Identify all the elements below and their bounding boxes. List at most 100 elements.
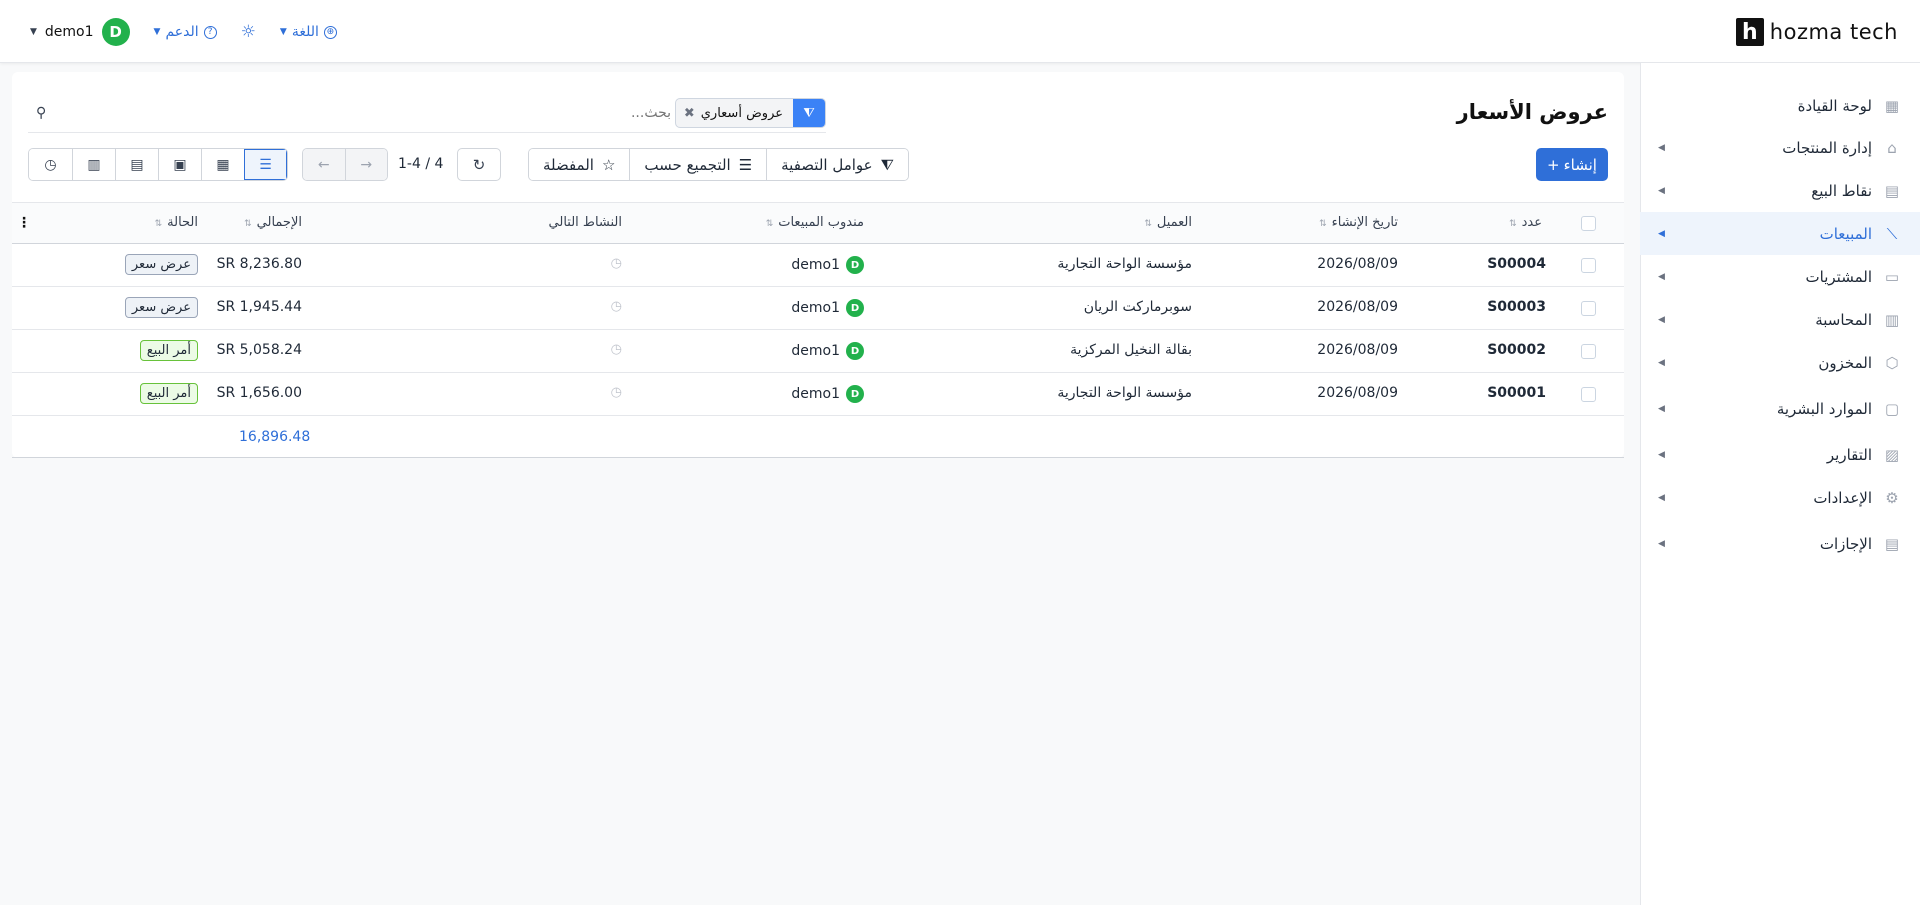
group-by-button[interactable]: ☰ التجميع حسب	[629, 149, 767, 180]
chevron-left-icon: ◀	[1658, 185, 1665, 196]
top-actions: ▼ demo1 D ▼ الدعم ? ☼ ▼ اللغة ⊕	[30, 15, 337, 49]
row-checkbox[interactable]	[1581, 301, 1596, 316]
sidebar-item-label: الإجازات	[1819, 534, 1872, 553]
cell-number: S00003	[1487, 299, 1546, 315]
salesperson-name: demo1	[791, 257, 840, 273]
sidebar-item-8[interactable]: ▨ التقارير ◀	[1640, 433, 1920, 476]
report-icon: ▨	[1884, 445, 1900, 464]
col-total[interactable]: الإجمالي⇅	[244, 215, 302, 230]
brand-logo[interactable]: h hozma tech	[1735, 17, 1898, 47]
sidebar-item-6[interactable]: ⬡ المخزون ◀	[1640, 341, 1920, 384]
table-row[interactable]: S00001 2026/08/09 مؤسسة الواحة التجارية Dde…	[12, 373, 1624, 416]
search-options-group: ⧩ عوامل التصفية ☰ التجميع حسب ☆ المفضلة	[527, 148, 909, 181]
cell-salesperson: Ddemo1	[791, 385, 864, 403]
cell-number: S00002	[1487, 342, 1546, 358]
refresh-button[interactable]: ↻	[457, 148, 501, 181]
graph-view-button[interactable]: ▥	[72, 149, 115, 180]
clock-icon: ◷	[44, 156, 57, 173]
next-page-button[interactable]: →	[344, 149, 387, 180]
previous-page-button[interactable]: ←	[303, 149, 345, 180]
sidebar-item-1[interactable]: ⌂ إدارة المنتجات ◀	[1640, 126, 1920, 169]
close-icon[interactable]: ✖	[676, 106, 695, 121]
favorites-button[interactable]: ☆ المفضلة	[528, 149, 630, 180]
pivot-view-button[interactable]: ▤	[115, 149, 158, 180]
table-icon: ▤	[130, 156, 144, 173]
row-checkbox[interactable]	[1581, 258, 1596, 273]
calendar-icon: ▣	[173, 156, 187, 173]
calendar-doc-icon: ▤	[1884, 534, 1900, 553]
sidebar-item-3[interactable]: ⟋ المبيعات ◀	[1640, 212, 1920, 255]
chevron-left-icon: ◀	[1658, 357, 1665, 368]
clock-icon[interactable]: ◷	[611, 385, 622, 400]
sidebar-item-4[interactable]: ▭ المشتريات ◀	[1640, 255, 1920, 298]
chevron-down-icon: ▼	[279, 27, 287, 37]
sidebar-item-10[interactable]: ▤ الإجازات ◀	[1640, 522, 1920, 565]
bar-chart-icon: ▥	[87, 156, 101, 173]
clock-icon[interactable]: ◷	[611, 342, 622, 357]
sidebar-item-2[interactable]: ▤ نقاط البيع ◀	[1640, 169, 1920, 212]
kanban-view-button[interactable]: ▦	[201, 149, 244, 180]
sidebar-item-label: المبيعات	[1819, 224, 1872, 243]
col-customer[interactable]: العميل⇅	[1144, 215, 1192, 230]
col-status[interactable]: الحالة⇅	[155, 215, 198, 230]
sidebar-item-9[interactable]: ⚙ الإعدادات ◀	[1640, 476, 1920, 519]
sidebar-item-0[interactable]: ▦ لوحة القيادة	[1640, 84, 1920, 127]
dashboard-icon: ▦	[1884, 96, 1900, 115]
table-row[interactable]: S00004 2026/08/09 مؤسسة الواحة التجارية Dde…	[12, 244, 1624, 287]
col-created[interactable]: تاريخ الإنشاء⇅	[1319, 215, 1398, 230]
col-salesperson[interactable]: مندوب المبيعات⇅	[766, 215, 864, 230]
language-menu[interactable]: ▼ اللغة ⊕	[280, 24, 337, 40]
table-footer: 16,896.48	[12, 416, 1624, 458]
search-facet[interactable]: ⧩ عروض أسعاري ✖	[674, 98, 826, 128]
search-icon[interactable]: ⚲	[36, 105, 46, 121]
chart-line-icon: ⟋	[1886, 224, 1898, 243]
user-menu[interactable]: ▼ demo1 D	[30, 18, 130, 46]
sidebar-item-label: المشتريات	[1805, 267, 1872, 286]
table-row[interactable]: S00002 2026/08/09 بقالة النخيل المركزية Dde…	[12, 330, 1624, 373]
sidebar-item-5[interactable]: ▥ المحاسبة ◀	[1640, 298, 1920, 341]
search-input[interactable]	[71, 105, 671, 121]
avatar: D	[101, 18, 130, 46]
cell-created: 2026/08/09	[1317, 342, 1398, 358]
cell-customer: مؤسسة الواحة التجارية	[1057, 385, 1192, 401]
salesperson-name: demo1	[791, 386, 840, 402]
chevron-left-icon: ◀	[1658, 142, 1665, 153]
box-icon: ⬡	[1885, 353, 1899, 372]
sidebar-item-7[interactable]: ▢ الموارد البشرية ◀	[1640, 387, 1920, 430]
create-button[interactable]: + إنشاء	[1536, 148, 1608, 181]
sum-total: 16,896.48	[239, 429, 311, 445]
list-view-button[interactable]: ☰	[244, 149, 287, 180]
cell-total: SR 8,236.80	[216, 256, 302, 272]
row-checkbox[interactable]	[1581, 387, 1596, 402]
sidebar-item-label: نقاط البيع	[1811, 181, 1872, 200]
row-checkbox[interactable]	[1581, 344, 1596, 359]
create-label: إنشاء	[1563, 155, 1597, 174]
top-navbar: h hozma tech ▼ demo1 D ▼ الدعم ? ☼ ▼ الل…	[0, 0, 1920, 63]
table-header: عدد⇅ تاريخ الإنشاء⇅ العميل⇅ مندوب المبيع…	[12, 202, 1624, 244]
calendar-view-button[interactable]: ▣	[158, 149, 201, 180]
sidebar-item-label: لوحة القيادة	[1797, 96, 1872, 115]
avatar: D	[846, 256, 864, 274]
logo-mark: h	[1735, 18, 1764, 46]
cell-created: 2026/08/09	[1317, 299, 1398, 315]
arrow-right-icon: →	[360, 156, 373, 173]
column-options-icon[interactable]: ⋮	[17, 215, 31, 231]
filters-button[interactable]: ⧩ عوامل التصفية	[766, 149, 908, 180]
support-menu[interactable]: ▼ الدعم ?	[154, 24, 217, 40]
globe-icon: ⊕	[323, 25, 337, 39]
select-all-checkbox[interactable]	[1581, 216, 1596, 231]
activity-view-button[interactable]: ◷	[29, 149, 72, 180]
arrow-left-icon: ←	[317, 156, 330, 173]
theme-toggle-sun-icon[interactable]: ☼	[241, 22, 256, 42]
clock-icon[interactable]: ◷	[611, 256, 622, 271]
sidebar-item-label: المخزون	[1818, 353, 1872, 372]
pager-value[interactable]: 1-4 / 4	[398, 156, 443, 172]
cell-created: 2026/08/09	[1317, 256, 1398, 272]
list-icon: ☰	[738, 155, 753, 174]
col-next-activity[interactable]: النشاط التالي	[549, 215, 622, 230]
col-number[interactable]: عدد⇅	[1509, 215, 1542, 230]
clock-icon[interactable]: ◷	[611, 299, 622, 314]
table-row[interactable]: S00003 2026/08/09 سوبرماركت الريان Ddemo1 ◷ S…	[12, 287, 1624, 330]
refresh-icon: ↻	[472, 155, 486, 174]
list-icon: ☰	[259, 156, 272, 173]
